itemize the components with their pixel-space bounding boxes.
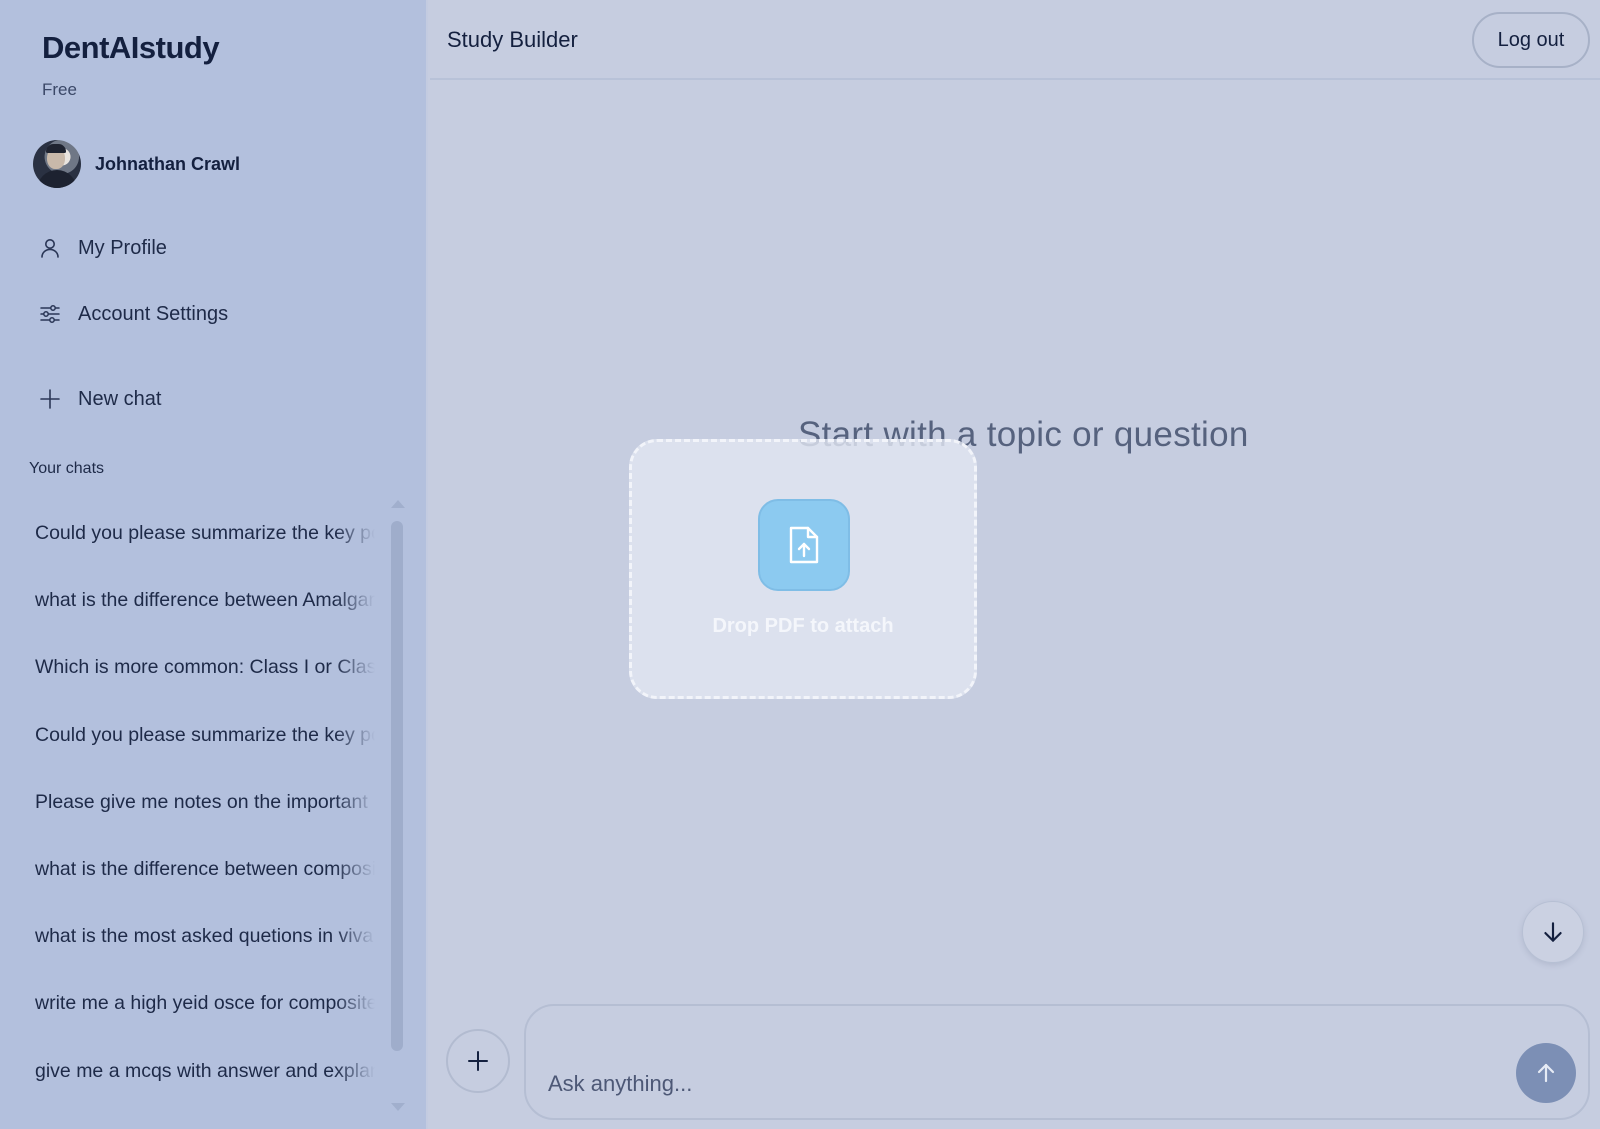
user-profile[interactable]: Johnathan Crawl — [33, 139, 240, 189]
user-name: Johnathan Crawl — [95, 153, 241, 174]
dropzone-label: Drop PDF to attach — [712, 615, 894, 637]
chat-list-item[interactable]: write me a high yeid osce for composite — [35, 970, 375, 1038]
attach-button[interactable] — [446, 1029, 510, 1093]
message-composer — [524, 1004, 1590, 1120]
plus-icon — [40, 389, 60, 409]
scrollbar-down-arrow[interactable] — [391, 1103, 405, 1111]
plus-icon — [468, 1051, 488, 1071]
arrow-up-icon — [1537, 1063, 1555, 1083]
sidebar-item-label: Account Settings — [78, 302, 229, 325]
scrollbar-thumb[interactable] — [391, 521, 403, 1051]
sliders-icon — [40, 305, 60, 323]
chat-list: Could you please summarize the key point… — [35, 500, 375, 1105]
top-header: Study Builder Log out — [430, 0, 1600, 80]
pdf-dropzone[interactable]: Drop PDF to attach — [629, 439, 977, 699]
chat-list-item[interactable]: what is the most asked quetions in viva — [35, 903, 375, 971]
send-button[interactable] — [1516, 1043, 1576, 1103]
message-input[interactable] — [548, 1064, 1448, 1104]
brand-logo: DentAIstudy — [42, 30, 220, 65]
chat-list-item[interactable]: Please give me notes on the important — [35, 768, 375, 836]
chat-list-item[interactable]: give me a mcqs with answer and explanati… — [35, 1037, 375, 1105]
scroll-to-bottom-button[interactable] — [1522, 901, 1584, 963]
scrollbar-up-arrow[interactable] — [391, 500, 405, 508]
chat-list-item[interactable]: what is the difference between composite — [35, 835, 375, 904]
person-icon — [41, 239, 59, 258]
avatar — [33, 140, 81, 188]
sidebar-item-account-settings[interactable]: Account Settings — [38, 296, 228, 332]
sidebar-item-my-profile[interactable]: My Profile — [38, 230, 167, 266]
arrow-down-icon — [1544, 922, 1562, 942]
chat-list-item[interactable]: Could you please summarize the key point… — [35, 500, 375, 568]
logout-button[interactable]: Log out — [1472, 12, 1590, 68]
chat-list-item[interactable]: what is the difference between Amalgam — [35, 567, 375, 635]
chat-list-item[interactable]: Could you please summarize the key point… — [35, 701, 375, 769]
sidebar-item-label: New chat — [78, 387, 162, 410]
plan-label: Free — [42, 80, 77, 99]
chat-list-item[interactable]: Which is more common: Class I or Class — [35, 634, 375, 702]
chats-section-title: Your chats — [29, 460, 105, 477]
page-title: Study Builder — [447, 27, 578, 52]
sidebar-item-label: My Profile — [78, 236, 167, 259]
file-upload-icon — [758, 499, 850, 591]
sidebar: DentAIstudy Free Johnathan Crawl My Prof… — [0, 0, 428, 1129]
new-chat-button[interactable]: New chat — [38, 381, 161, 417]
